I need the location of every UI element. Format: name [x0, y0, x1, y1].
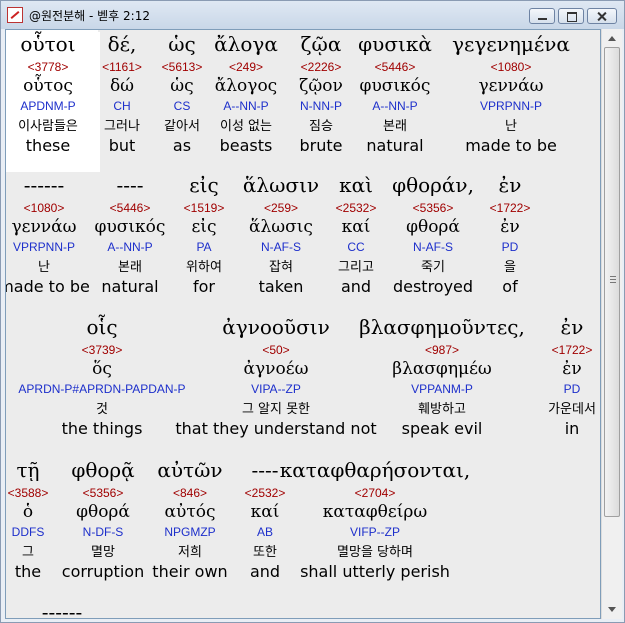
- maximize-button[interactable]: [558, 8, 584, 24]
- scroll-thumb[interactable]: [604, 47, 620, 517]
- english-gloss: made to be: [465, 136, 557, 155]
- strong-number: <1722>: [551, 343, 593, 357]
- interlinear-content: οὗτοι <3778> οὗτος APDNM-P 이사람들은 these δέ, <116…: [5, 29, 601, 619]
- greek-word: ἐν: [560, 315, 584, 339]
- scroll-down-button[interactable]: [604, 601, 620, 617]
- lemma: ἐν: [500, 217, 520, 237]
- greek-word: ἐν: [498, 173, 522, 197]
- english-gloss: shall utterly perish: [300, 562, 450, 581]
- minimize-icon: [530, 9, 554, 23]
- app-window: @원전분해 - 벧후 2:12 οὗτοι <3778> οὗτος APDNM-P 이…: [0, 0, 625, 623]
- maximize-icon: [559, 9, 583, 23]
- vertical-scrollbar[interactable]: [601, 29, 622, 619]
- close-button[interactable]: [587, 8, 617, 24]
- korean-gloss: 을: [504, 260, 516, 275]
- grip-icon: [610, 276, 616, 283]
- korean-gloss: 가운데서: [548, 402, 596, 417]
- english-gloss: in: [564, 419, 580, 438]
- close-icon: [588, 9, 616, 23]
- greek-word: ------: [41, 600, 83, 619]
- morphology-code: PD: [501, 240, 519, 254]
- strong-number: <1080>: [490, 60, 532, 74]
- lemma: ἐν: [562, 359, 582, 379]
- morphology-code: VIFP--ZP: [350, 525, 400, 539]
- greek-word: γεγενημένα: [452, 32, 570, 56]
- greek-word: καταφθαρήσονται,: [279, 458, 471, 482]
- morphology-code: VPRPNN-P: [479, 99, 542, 113]
- english-gloss: of: [502, 277, 518, 296]
- minimize-button[interactable]: [529, 8, 555, 24]
- app-icon: [7, 7, 23, 23]
- scroll-up-button[interactable]: [604, 31, 620, 47]
- lemma: γεννάω: [478, 76, 544, 96]
- korean-gloss: 멸망을 당하며: [337, 545, 413, 560]
- korean-gloss: 난: [505, 119, 517, 134]
- strong-number: <2704>: [354, 486, 396, 500]
- title-bar: @원전분해 - 벧후 2:12: [1, 1, 624, 29]
- morphology-code: PD: [563, 382, 581, 396]
- window-title: @원전분해 - 벧후 2:12: [29, 9, 150, 23]
- lemma: καταφθείρω: [322, 502, 428, 522]
- strong-number: <1722>: [489, 201, 531, 215]
